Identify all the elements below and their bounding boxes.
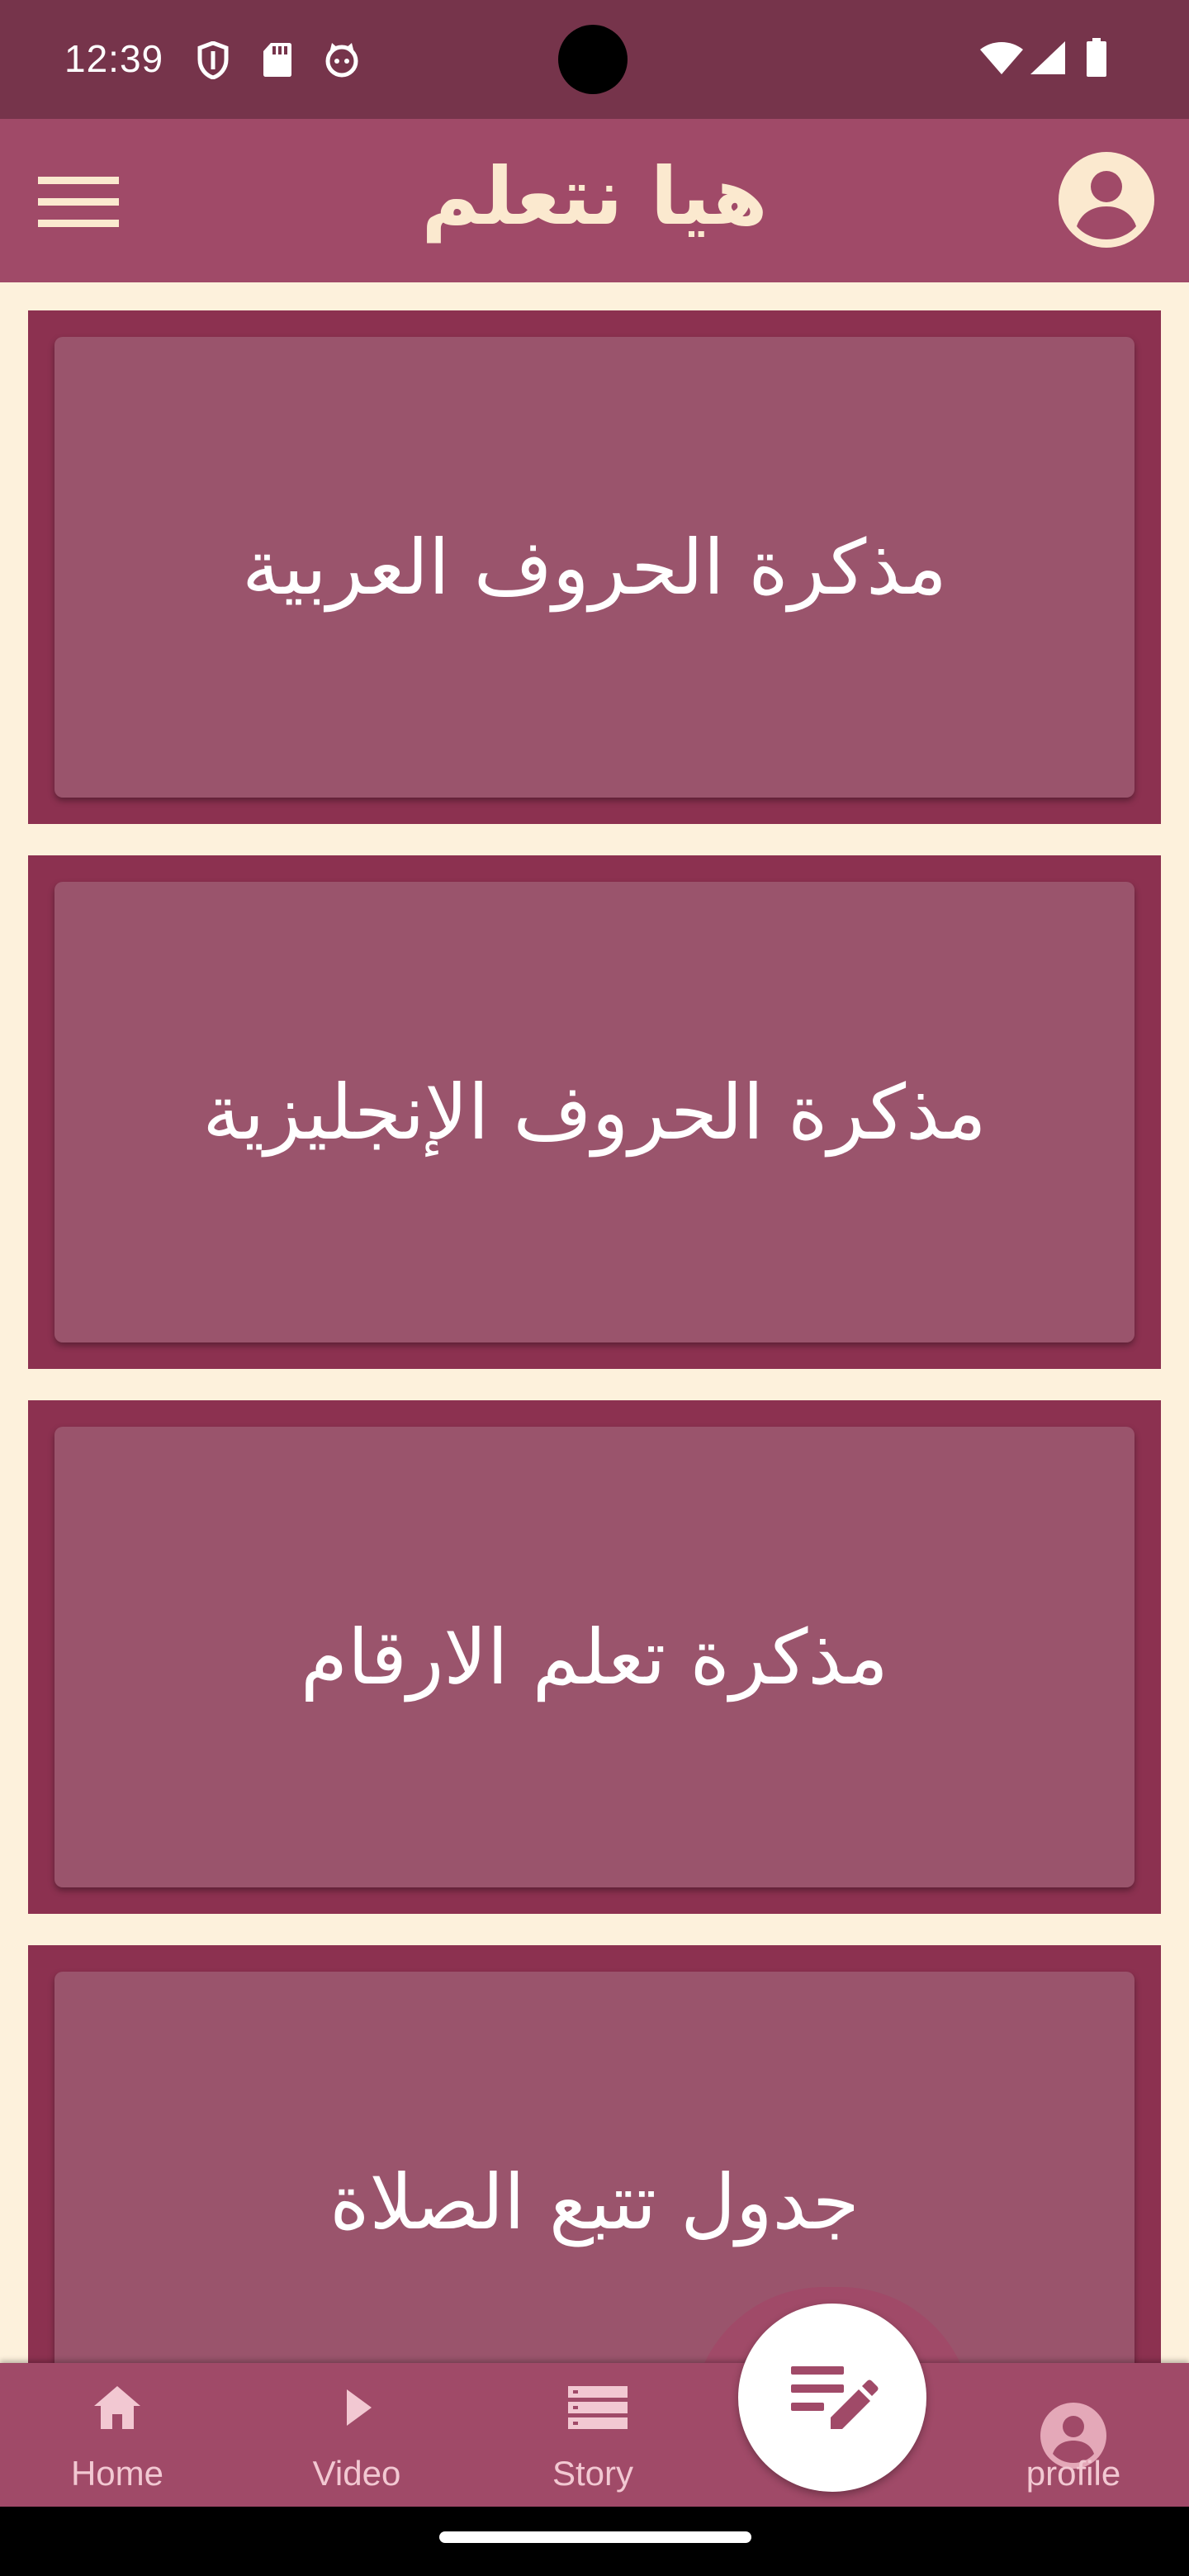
nav-item-home[interactable]: Home <box>35 2363 200 2507</box>
home-gesture-handle[interactable] <box>439 2531 751 2543</box>
edit-note-icon <box>791 2366 879 2429</box>
bottom-navigation: Home Video Story profile <box>0 2363 1189 2507</box>
fab-edit-button[interactable] <box>738 2304 926 2492</box>
nav-item-profile[interactable]: profile <box>991 2363 1156 2507</box>
nav-label: Video <box>312 2454 401 2493</box>
cat-face-icon <box>324 41 360 81</box>
nav-label: profile <box>1026 2454 1121 2493</box>
camera-cutout <box>558 25 628 94</box>
app-bar: هيا نتعلم <box>0 119 1189 282</box>
page-title: هيا نتعلم <box>421 150 768 243</box>
card-body: مذكرة الحروف العربية <box>54 337 1135 798</box>
status-bar: 12:39 <box>0 0 1189 119</box>
card-english-letters[interactable]: مذكرة الحروف الإنجليزية <box>28 855 1161 1369</box>
account-button[interactable] <box>1057 150 1156 249</box>
card-arabic-letters[interactable]: مذكرة الحروف العربية <box>28 310 1161 824</box>
nav-label: Story <box>552 2454 634 2493</box>
cards-list: مذكرة الحروف العربية مذكرة الحروف الإنجل… <box>0 282 1189 2363</box>
cellular-signal-icon <box>1029 40 1067 79</box>
card-label: مذكرة الحروف الإنجليزية <box>202 1068 987 1157</box>
card-body: جدول تتبع الصلاة <box>54 1972 1135 2363</box>
nav-item-story[interactable]: Story <box>510 2363 675 2507</box>
card-label: جدول تتبع الصلاة <box>329 2157 860 2247</box>
nav-label: Home <box>70 2454 164 2493</box>
card-body: مذكرة الحروف الإنجليزية <box>54 882 1135 1342</box>
play-icon <box>347 2389 372 2426</box>
card-label: مذكرة الحروف العربية <box>242 523 947 612</box>
wifi-icon <box>979 40 1024 79</box>
sd-card-icon <box>263 41 292 81</box>
card-prayer-tracker[interactable]: جدول تتبع الصلاة <box>28 1945 1161 2363</box>
card-numbers[interactable]: مذكرة تعلم الارقام <box>28 1400 1161 1914</box>
card-label: مذكرة تعلم الارقام <box>301 1612 888 1702</box>
shield-icon <box>197 40 230 83</box>
nav-item-video[interactable]: Video <box>274 2363 439 2507</box>
home-icon <box>94 2386 140 2429</box>
list-icon <box>568 2386 628 2429</box>
status-time: 12:39 <box>64 37 164 80</box>
card-body: مذكرة تعلم الارقام <box>54 1427 1135 1887</box>
battery-icon <box>1085 38 1108 81</box>
system-navigation-bar <box>0 2507 1189 2576</box>
account-circle-icon <box>1059 152 1154 248</box>
